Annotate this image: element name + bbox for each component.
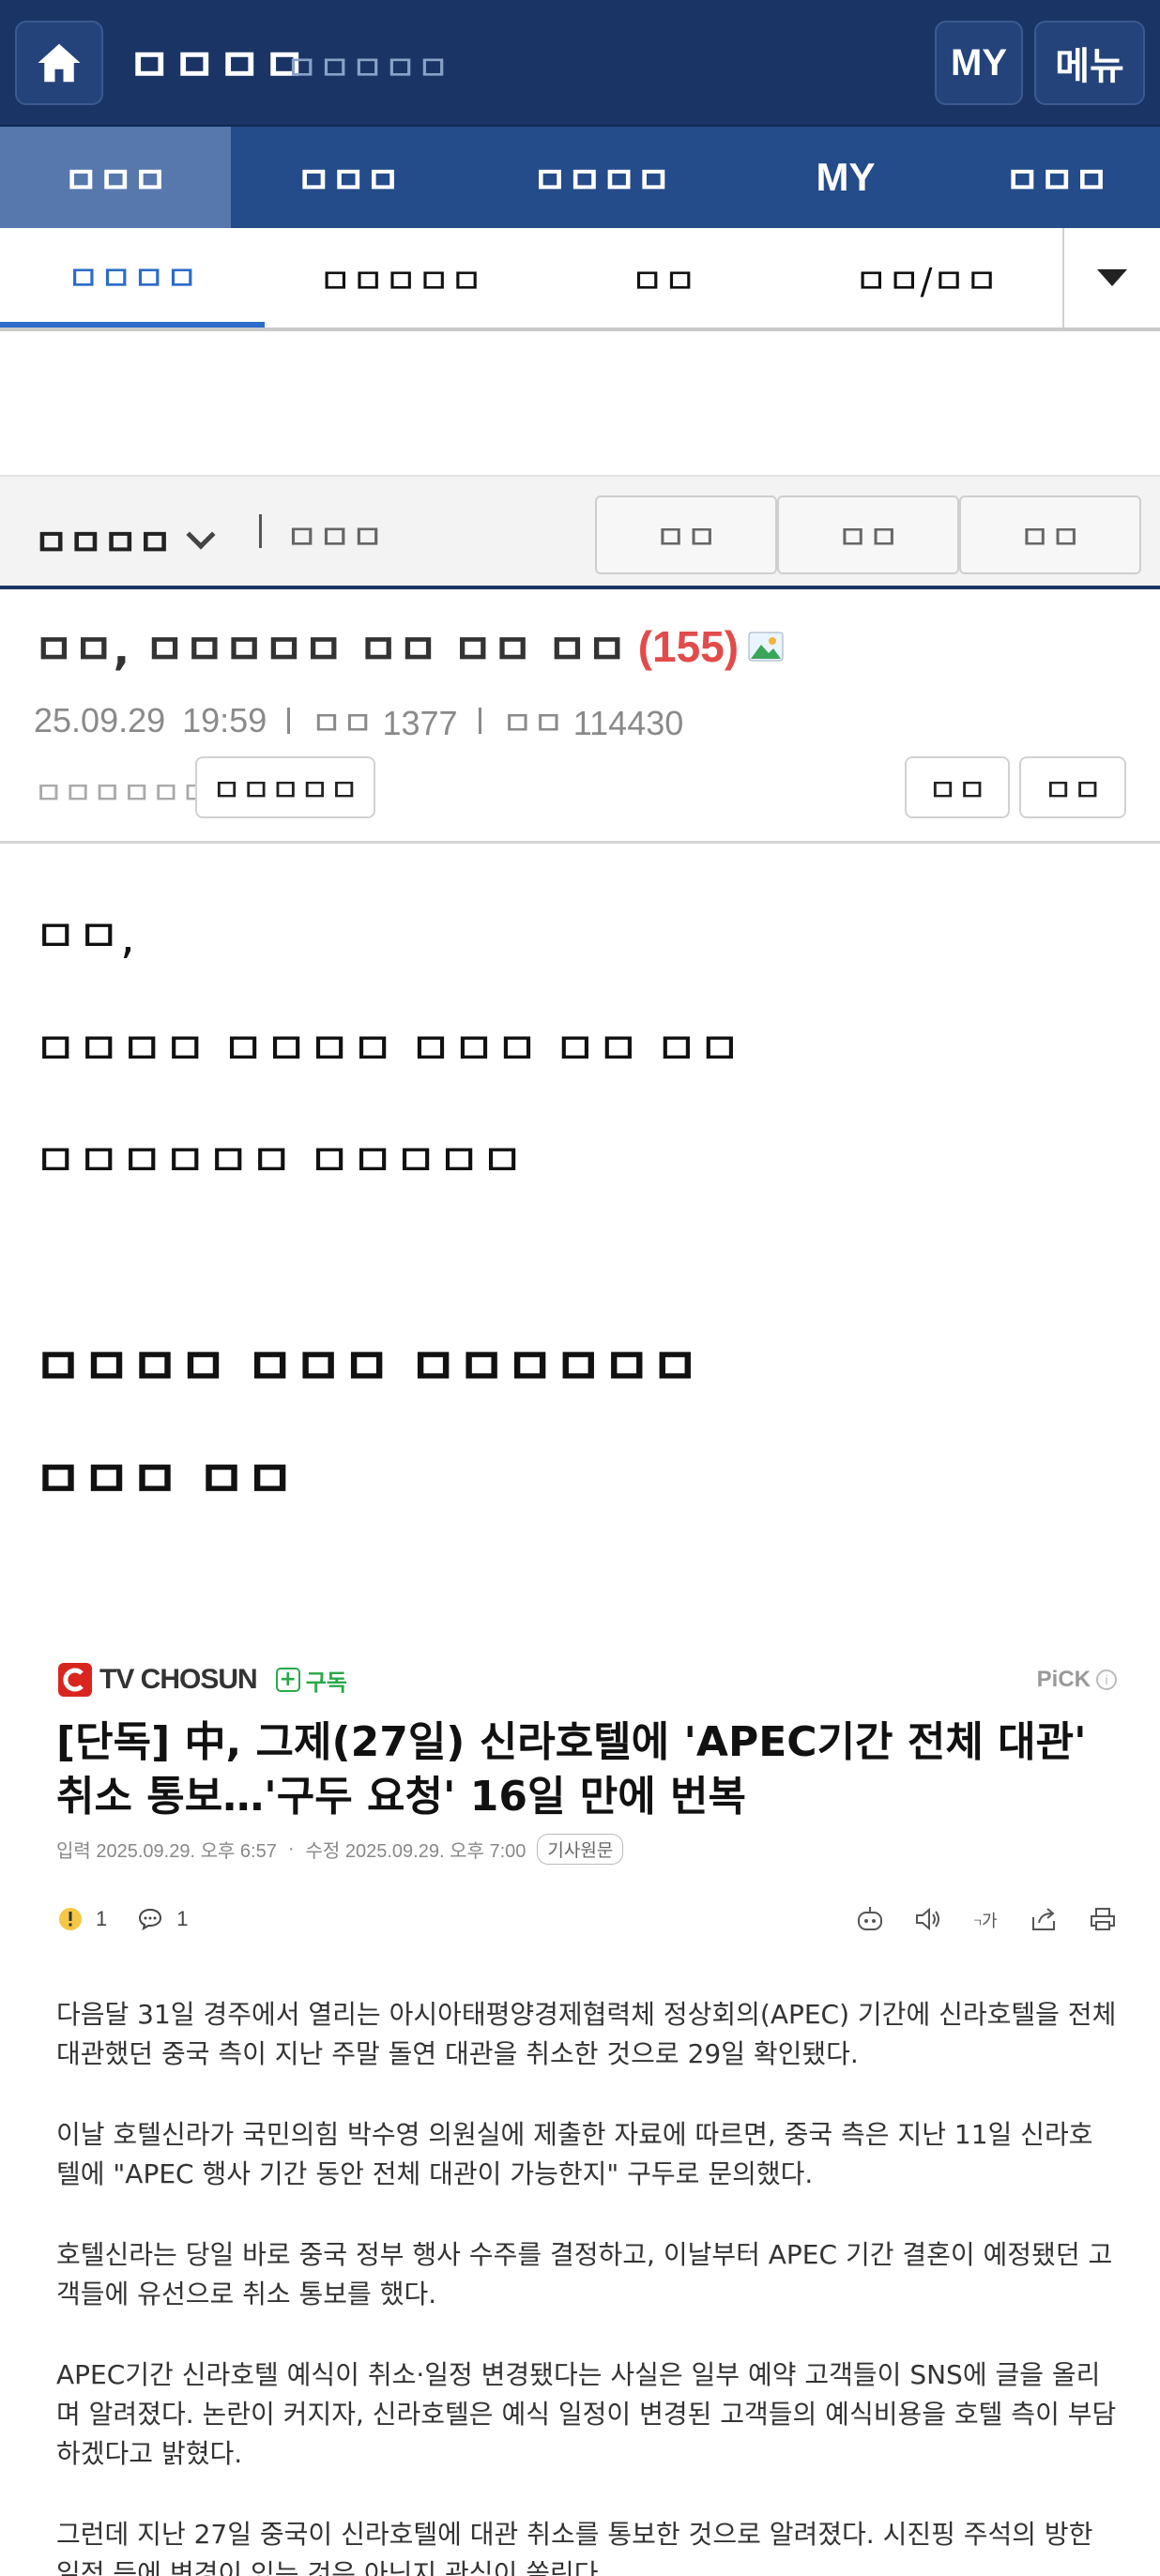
post-title: ㅁㅁ, ㅁㅁㅁㅁㅁ ㅁㅁ ㅁㅁ ㅁㅁ (155) [34, 616, 784, 678]
post-body-line: ㅁㅁㅁ ㅁㅁ [34, 1450, 295, 1511]
image-attached-icon [748, 632, 784, 662]
news-paragraph: 그런데 지난 27일 중국이 신라호텔에 대관 취소를 통보한 것으로 알려졌다… [56, 2519, 1093, 2576]
sub-nav-tab[interactable]: ㅁㅁ/ㅁㅁ [790, 228, 1062, 328]
site-title[interactable]: ㅁㅁㅁㅁ [128, 28, 308, 96]
subscribe-label: 구독 [305, 1669, 347, 1696]
news-paragraph: 호텔신라는 당일 바로 중국 정부 행사 수주를 결정하고, 이날부터 APEC… [56, 2239, 1113, 2309]
news-paragraph: 이날 호텔신라가 국민의힘 박수영 의원실에 제출한 자료에 따르면, 중국 측… [56, 2119, 1093, 2189]
post-date: 25.09.29 [34, 701, 166, 739]
info-icon[interactable]: i [1096, 1669, 1117, 1690]
board-tag[interactable]: ㅁㅁㅁ [285, 509, 384, 560]
sub-nav: ㅁㅁㅁㅁ ㅁㅁㅁㅁㅁ ㅁㅁ ㅁㅁ/ㅁㅁ [0, 228, 1160, 331]
press-name[interactable]: TV CHOSUN [99, 1664, 258, 1696]
comment-count[interactable]: (155) [638, 621, 739, 672]
top-header: ㅁㅁㅁㅁ ㅁㅁㅁㅁㅁ MY 메뉴 [0, 0, 1160, 125]
post-action-button[interactable]: ㅁㅁ [905, 756, 1010, 818]
main-nav-item-my[interactable]: MY [738, 127, 954, 228]
author-posts-button[interactable]: ㅁㅁㅁㅁㅁ [195, 756, 375, 818]
plus-icon: + [275, 1668, 300, 1692]
article-tools: ㄱ가 [852, 1903, 1121, 1935]
embedded-news-article: TV CHOSUN + 구독 PiCK i [단독] 中, 그제(27일) 신라… [0, 1633, 1160, 2576]
divider [478, 708, 481, 734]
board-toolbar: ㅁㅁㅁㅁ ㅁㅁㅁ ㅁㅁ ㅁㅁ ㅁㅁ [0, 475, 1160, 589]
main-nav-item[interactable]: ㅁㅁㅁㅁ [466, 127, 738, 228]
post-body-line: ㅁㅁㅁㅁ ㅁㅁㅁ ㅁㅁㅁㅁㅁㅁ [34, 1337, 699, 1398]
news-edit-time: 수정 2025.09.29. 오후 7:00 [305, 1841, 527, 1862]
exclamation-reaction-icon[interactable] [58, 1907, 83, 1931]
print-icon[interactable] [1085, 1903, 1121, 1935]
press-header: TV CHOSUN + 구독 [58, 1663, 347, 1697]
post-body-line: ㅁㅁ, [34, 909, 135, 964]
news-paragraph: 다음달 31일 경주에서 열리는 아시아태평양경제협력체 정상회의(APEC) … [56, 1999, 1117, 2069]
post-time: 19:59 [182, 701, 267, 739]
board-name: ㅁㅁㅁㅁ [34, 522, 173, 565]
subscribe-button[interactable]: + 구독 [275, 1664, 347, 1697]
post-body-line: ㅁㅁㅁㅁ ㅁㅁㅁㅁ ㅁㅁㅁ ㅁㅁ ㅁㅁ [34, 1022, 741, 1076]
speaker-icon[interactable] [910, 1903, 946, 1935]
toolbar-button[interactable]: ㅁㅁ [777, 495, 959, 574]
post-views: ㅁㅁ 114430 [501, 704, 684, 742]
news-paragraph: APEC기간 신라호텔 예식이 취소·일정 변경됐다는 사실은 일부 예약 고객… [56, 2359, 1117, 2469]
main-nav-item[interactable]: ㅁㅁㅁ [231, 127, 466, 228]
pick-label: PiCK [1036, 1667, 1091, 1692]
main-nav: ㅁㅁㅁ ㅁㅁㅁ ㅁㅁㅁㅁ MY ㅁㅁㅁ [0, 125, 1160, 228]
reaction-count: 1 [96, 1907, 108, 1930]
sub-nav-tab[interactable]: ㅁㅁㅁㅁ [0, 228, 265, 328]
post-meta: 25.09.29 19:59 ㅁㅁ 1377 ㅁㅁ 114430 [34, 696, 683, 745]
tvchosun-logo-icon [58, 1663, 92, 1697]
site-subtitle: ㅁㅁㅁㅁㅁ [285, 48, 450, 89]
robot-summary-icon[interactable] [852, 1903, 888, 1935]
home-icon [38, 43, 81, 83]
divider [287, 708, 291, 734]
original-article-button[interactable]: 기사원문 [537, 1834, 624, 1865]
triangle-down-icon [1097, 269, 1127, 286]
share-icon[interactable] [1027, 1903, 1062, 1935]
news-title: [단독] 中, 그제(27일) 신라호텔에 'APEC기간 전체 대관' 취소 … [56, 1718, 1087, 1821]
post-action-button[interactable]: ㅁㅁ [1019, 756, 1126, 818]
post-recommend: ㅁㅁ 1377 [311, 704, 458, 742]
meta-dot: · [287, 1838, 295, 1859]
main-nav-item[interactable]: ㅁㅁㅁ [0, 127, 231, 228]
sub-nav-tab[interactable]: ㅁㅁ [537, 228, 790, 328]
reaction-bar: 1 1 [58, 1907, 189, 1931]
board-selector[interactable]: ㅁㅁㅁㅁ [34, 512, 216, 567]
comment-icon[interactable] [137, 1907, 163, 1931]
news-comment-count: 1 [176, 1907, 189, 1930]
my-button[interactable]: MY [935, 21, 1023, 105]
divider [259, 514, 262, 548]
sub-nav-tab[interactable]: ㅁㅁㅁㅁㅁ [265, 228, 537, 328]
sub-nav-more-button[interactable] [1062, 228, 1160, 328]
menu-button[interactable]: 메뉴 [1034, 21, 1145, 105]
post-author[interactable]: ㅁㅁㅁㅁㅁㅁ [34, 768, 210, 814]
toolbar-button[interactable]: ㅁㅁ [959, 495, 1141, 574]
news-meta: 입력 2025.09.29. 오후 6:57 · 수정 2025.09.29. … [56, 1834, 624, 1865]
post-title-text: ㅁㅁ, ㅁㅁㅁㅁㅁ ㅁㅁ ㅁㅁ ㅁㅁ [34, 624, 627, 675]
divider [0, 841, 1160, 844]
chevron-down-icon [186, 520, 216, 550]
pick-badge: PiCK i [1037, 1667, 1117, 1693]
news-input-time: 입력 2025.09.29. 오후 6:57 [56, 1841, 277, 1862]
svg-text:가: 가 [982, 1912, 998, 1931]
post-body-line: ㅁㅁㅁㅁㅁㅁ ㅁㅁㅁㅁㅁ [34, 1134, 524, 1188]
home-button[interactable] [15, 21, 103, 105]
main-nav-item[interactable]: ㅁㅁㅁ [954, 127, 1160, 228]
toolbar-button[interactable]: ㅁㅁ [595, 495, 777, 574]
post-author-row: ㅁㅁㅁㅁㅁㅁ ㅁㅁㅁㅁㅁ ㅁㅁ ㅁㅁ [34, 756, 1126, 818]
font-size-icon[interactable]: ㄱ가 [969, 1903, 1004, 1935]
